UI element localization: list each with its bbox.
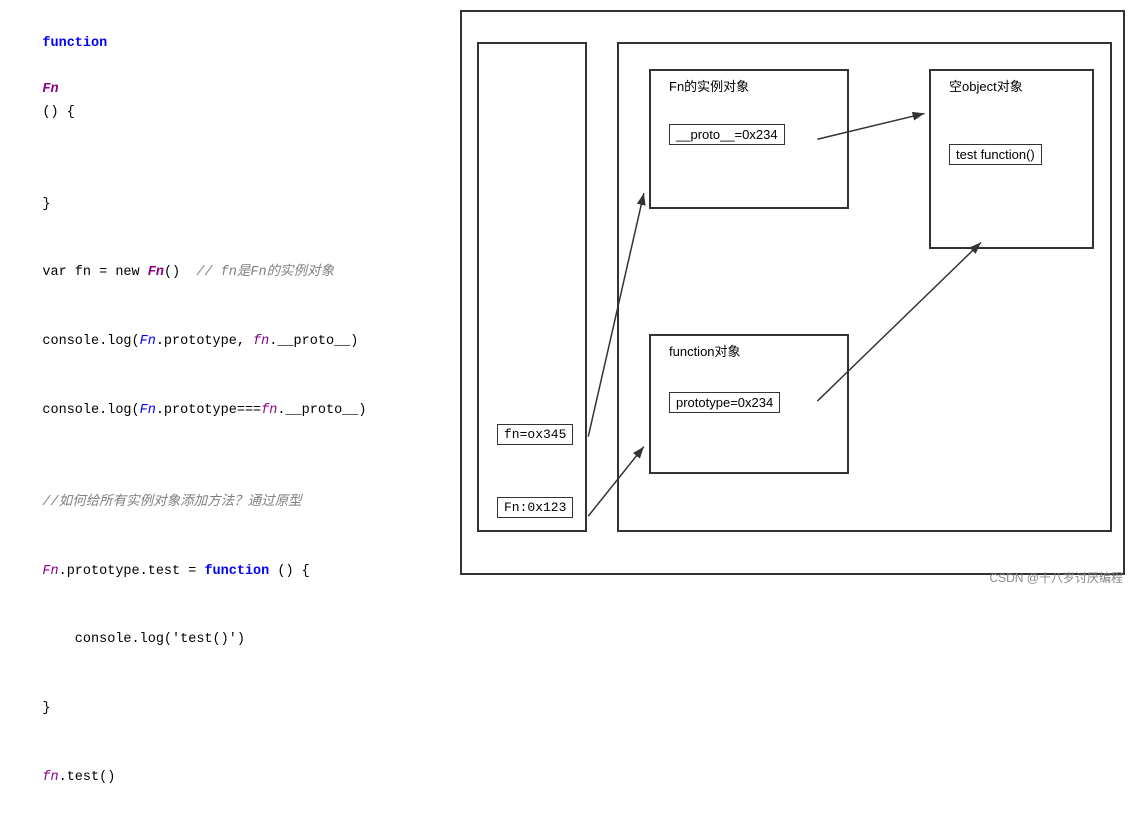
instance-box-title: Fn的实例对象 (669, 76, 749, 95)
code-panel: function Fn () { } var fn = new Fn() // … (10, 10, 450, 813)
object-box-title: 空object对象 (949, 76, 1023, 95)
code-line-4: console.log(Fn.prototype, fn.__proto__) (10, 308, 450, 377)
code-line-8: console.log('test()') (10, 606, 450, 675)
code-line-blank1 (10, 148, 450, 171)
code-line-5: console.log(Fn.prototype===fn.__proto__) (10, 377, 450, 446)
watermark: CSDN @十八岁讨厌编程 (989, 569, 1123, 586)
proto-label: __proto__=0x234 (669, 124, 785, 145)
prototype-label: prototype=0x234 (669, 392, 780, 413)
test-fn-label: test function() (949, 144, 1042, 165)
fn-label: fn=ox345 (497, 424, 573, 445)
code-line-3: var fn = new Fn() // fn是Fn的实例对象 (10, 239, 450, 308)
right-big-box: Fn的实例对象 __proto__=0x234 function对象 proto… (617, 42, 1112, 532)
code-line-2: } (10, 171, 450, 240)
code-line-1: function Fn () { (10, 10, 450, 148)
fn-addr-label: Fn:0x123 (497, 497, 573, 518)
code-line-9: } (10, 675, 450, 744)
keyword-function: function (42, 36, 107, 51)
code-line-6: //如何给所有实例对象添加方法？通过原型 (10, 469, 450, 538)
diagram-area: fn=ox345 Fn:0x123 Fn的实例对象 __proto__=0x23… (460, 10, 1125, 575)
function-box-title: function对象 (669, 341, 741, 360)
code-line-7: Fn.prototype.test = function () { (10, 538, 450, 607)
code-line-10: fn.test() (10, 744, 450, 813)
tall-box: fn=ox345 Fn:0x123 (477, 42, 587, 532)
code-line-blank2 (10, 446, 450, 469)
